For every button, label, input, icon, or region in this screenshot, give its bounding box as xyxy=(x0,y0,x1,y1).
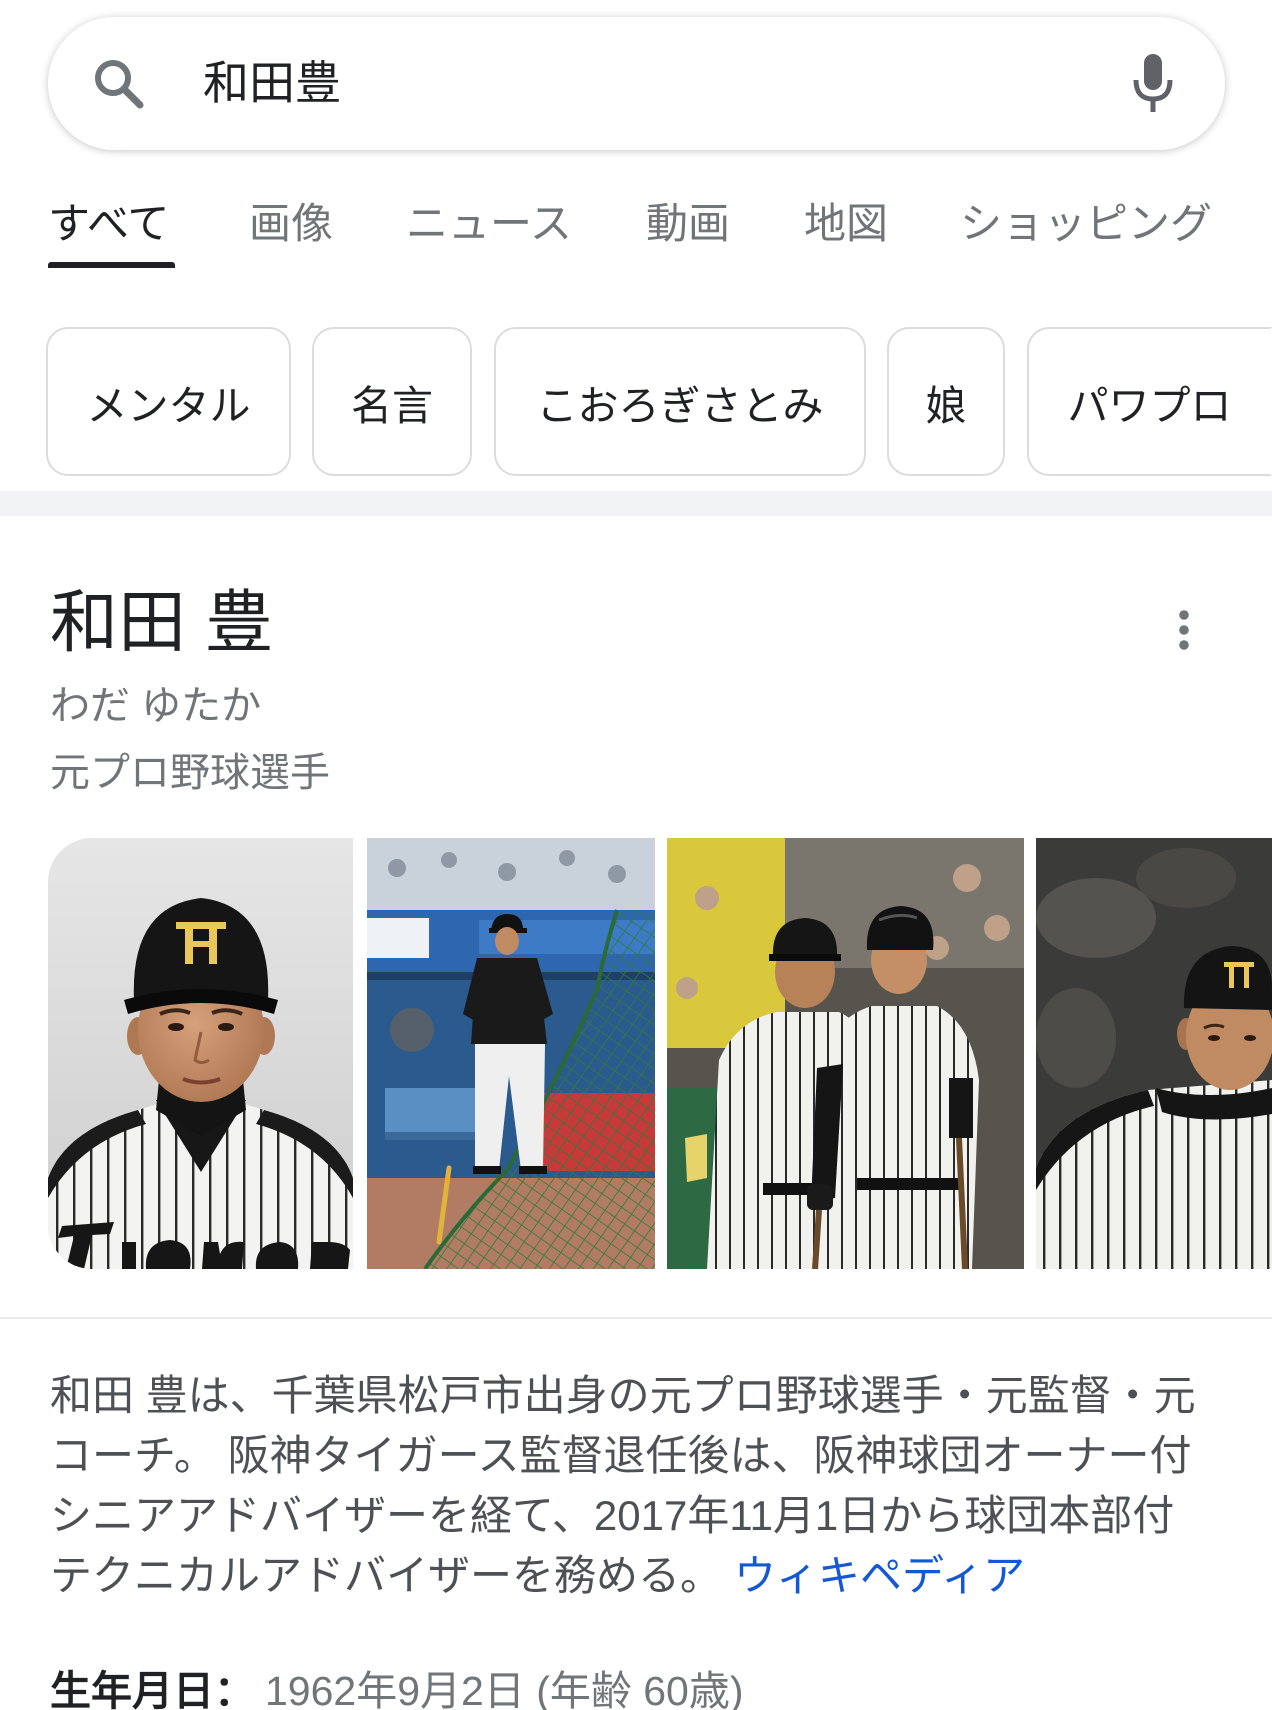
chip-quotes[interactable]: 名言 xyxy=(312,327,472,476)
chip-label: 名言 xyxy=(351,382,433,429)
more-vert-icon[interactable] xyxy=(1174,603,1194,657)
photo-portrait[interactable] xyxy=(48,838,353,1269)
tab-news[interactable]: ニュース xyxy=(406,199,572,249)
image-carousel[interactable] xyxy=(48,838,1272,1269)
search-icon[interactable] xyxy=(90,55,146,111)
tab-maps[interactable]: 地図 xyxy=(804,199,888,249)
chip-label: パワプロ xyxy=(1067,382,1232,429)
fact-value: 1962年9月2日 (年齢 60歳) xyxy=(265,1668,744,1710)
search-bar[interactable]: 和田豊 xyxy=(48,17,1225,150)
chip-mental[interactable]: メンタル xyxy=(46,327,291,476)
entity-subtitle: 元プロ野球選手 xyxy=(50,751,330,795)
chip-daughter[interactable]: 娘 xyxy=(887,327,1005,476)
chip-label: メンタル xyxy=(86,382,251,429)
chip-label: 娘 xyxy=(925,382,967,429)
page-title: 和田 豊 xyxy=(50,585,273,661)
description: 和田 豊は、千葉県松戸市出身の元プロ野球選手・元監督・元コーチ。 阪神タイガース… xyxy=(50,1366,1210,1606)
fact-label[interactable]: 生年月日： xyxy=(50,1668,255,1710)
photo-two-players[interactable] xyxy=(667,838,1024,1269)
wikipedia-link[interactable]: ウィキペディア xyxy=(734,1552,1025,1599)
section-separator xyxy=(0,491,1272,516)
chip-label: こおろぎさとみ xyxy=(536,382,824,429)
divider xyxy=(0,1317,1272,1319)
fact-birthdate: 生年月日： 1962年9月2日 (年齢 60歳) xyxy=(50,1666,1210,1710)
tab-images[interactable]: 画像 xyxy=(249,199,333,249)
photo-field[interactable] xyxy=(367,838,655,1269)
tab-all[interactable]: すべて xyxy=(48,199,169,249)
mic-icon[interactable] xyxy=(1133,52,1173,114)
search-input[interactable]: 和田豊 xyxy=(203,17,341,150)
active-tab-indicator xyxy=(48,262,175,268)
tab-videos[interactable]: 動画 xyxy=(646,199,730,249)
tab-scroll-fade xyxy=(1228,185,1272,275)
chip-korogi-satomi[interactable]: こおろぎさとみ xyxy=(494,327,866,476)
name-reading: わだ ゆたか xyxy=(50,684,262,728)
chip-pawapuro[interactable]: パワプロ xyxy=(1027,327,1272,476)
photo-player-closeup[interactable] xyxy=(1036,838,1272,1269)
tab-shopping[interactable]: ショッピング xyxy=(960,199,1212,249)
